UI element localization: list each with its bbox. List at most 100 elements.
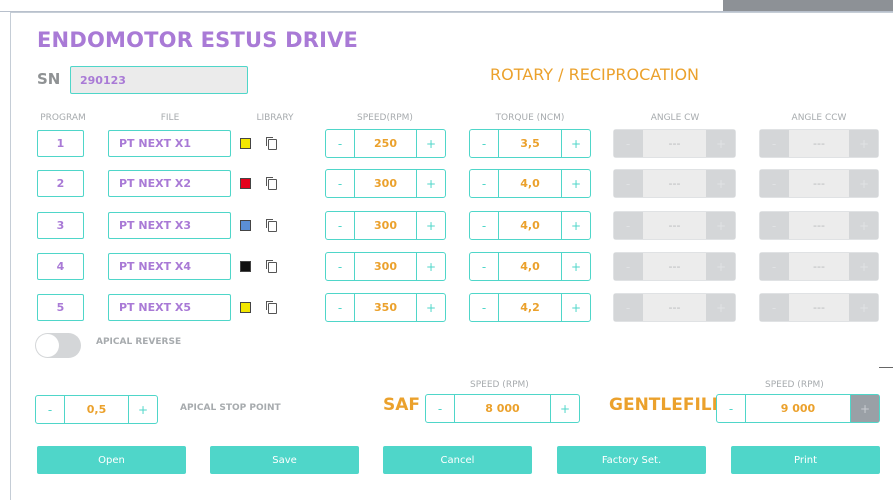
speed-5-plus-button[interactable]: + bbox=[417, 294, 445, 321]
torque-5-plus-button[interactable]: + bbox=[562, 294, 590, 321]
file-name-2[interactable]: PT NEXT X2 bbox=[108, 170, 231, 197]
torque-5-stepper: -4,2 + bbox=[469, 293, 591, 322]
header-angle-ccw: ANGLE CCW bbox=[791, 113, 847, 123]
angle-ccw-3-minus-button: - bbox=[760, 212, 788, 239]
saf-minus-button[interactable]: - bbox=[426, 395, 454, 422]
torque-2-value[interactable]: 4,0 bbox=[498, 170, 562, 197]
angle-cw-2-stepper: - --- + bbox=[613, 169, 736, 198]
program-number-5[interactable]: 5 bbox=[37, 294, 84, 321]
angle-cw-5-value: --- bbox=[642, 294, 707, 321]
print-button[interactable]: Print bbox=[731, 446, 880, 474]
library-color-swatch[interactable] bbox=[240, 138, 251, 149]
torque-1-stepper: -3,5 + bbox=[469, 129, 591, 158]
angle-ccw-5-value: --- bbox=[788, 294, 850, 321]
cancel-button[interactable]: Cancel bbox=[383, 446, 532, 474]
speed-1-plus-button[interactable]: + bbox=[417, 130, 445, 157]
library-color-swatch[interactable] bbox=[240, 302, 251, 313]
angle-ccw-2-stepper: - --- + bbox=[759, 169, 879, 198]
sn-field[interactable]: 290123 bbox=[70, 66, 248, 94]
header-library: LIBRARY bbox=[256, 113, 294, 123]
program-number-2[interactable]: 2 bbox=[37, 170, 84, 197]
torque-2-stepper: -4,0 + bbox=[469, 169, 591, 198]
library-color-swatch[interactable] bbox=[240, 178, 251, 189]
angle-cw-2-plus-button: + bbox=[707, 170, 735, 197]
apical-stop-stepper: - 0,5 + bbox=[35, 395, 158, 424]
angle-ccw-1-minus-button: - bbox=[760, 130, 788, 157]
window-corner-panel bbox=[723, 0, 893, 11]
apical-stop-value[interactable]: 0,5 bbox=[64, 396, 129, 423]
apical-reverse-label: APICAL REVERSE bbox=[96, 337, 182, 347]
divider-line bbox=[879, 367, 893, 368]
torque-2-minus-button[interactable]: - bbox=[470, 170, 498, 197]
factory-settings-button[interactable]: Factory Set. bbox=[557, 446, 706, 474]
gentlefile-speed-value[interactable]: 9 000 bbox=[745, 395, 851, 422]
speed-4-value[interactable]: 300 bbox=[354, 253, 417, 280]
saf-speed-label: SPEED (RPM) bbox=[470, 380, 529, 390]
torque-1-minus-button[interactable]: - bbox=[470, 130, 498, 157]
program-number-4[interactable]: 4 bbox=[37, 253, 84, 280]
angle-cw-4-plus-button: + bbox=[707, 253, 735, 280]
torque-3-plus-button[interactable]: + bbox=[562, 212, 590, 239]
angle-cw-1-minus-button: - bbox=[614, 130, 642, 157]
save-button[interactable]: Save bbox=[210, 446, 359, 474]
speed-3-minus-button[interactable]: - bbox=[326, 212, 354, 239]
saf-speed-value[interactable]: 8 000 bbox=[454, 395, 551, 422]
torque-2-plus-button[interactable]: + bbox=[562, 170, 590, 197]
angle-cw-5-minus-button: - bbox=[614, 294, 642, 321]
torque-4-stepper: -4,0 + bbox=[469, 252, 591, 281]
speed-2-minus-button[interactable]: - bbox=[326, 170, 354, 197]
torque-5-minus-button[interactable]: - bbox=[470, 294, 498, 321]
apical-reverse-toggle[interactable] bbox=[35, 333, 81, 358]
speed-3-value[interactable]: 300 bbox=[354, 212, 417, 239]
copy-icon[interactable] bbox=[266, 177, 277, 190]
file-name-1[interactable]: PT NEXT X1 bbox=[108, 130, 231, 157]
angle-cw-1-stepper: - --- + bbox=[613, 129, 736, 158]
sn-label: SN bbox=[37, 70, 61, 88]
apical-stop-minus-button[interactable]: - bbox=[36, 396, 64, 423]
copy-icon[interactable] bbox=[266, 219, 277, 232]
speed-3-plus-button[interactable]: + bbox=[417, 212, 445, 239]
file-name-4[interactable]: PT NEXT X4 bbox=[108, 253, 231, 280]
angle-ccw-5-minus-button: - bbox=[760, 294, 788, 321]
saf-speed-stepper: - 8 000 + bbox=[425, 394, 580, 423]
open-button[interactable]: Open bbox=[37, 446, 186, 474]
speed-2-plus-button[interactable]: + bbox=[417, 170, 445, 197]
angle-cw-3-minus-button: - bbox=[614, 212, 642, 239]
program-number-1[interactable]: 1 bbox=[37, 130, 84, 157]
speed-4-minus-button[interactable]: - bbox=[326, 253, 354, 280]
copy-icon[interactable] bbox=[266, 301, 277, 314]
apical-stop-plus-button[interactable]: + bbox=[129, 396, 157, 423]
torque-3-value[interactable]: 4,0 bbox=[498, 212, 562, 239]
angle-ccw-3-plus-button: + bbox=[850, 212, 878, 239]
speed-4-stepper: -300 + bbox=[325, 252, 446, 281]
app-title: ENDOMOTOR ESTUS DRIVE bbox=[37, 28, 359, 52]
file-name-3[interactable]: PT NEXT X3 bbox=[108, 212, 231, 239]
torque-1-value[interactable]: 3,5 bbox=[498, 130, 562, 157]
angle-ccw-1-value: --- bbox=[788, 130, 850, 157]
gentlefile-minus-button[interactable]: - bbox=[717, 395, 745, 422]
angle-ccw-3-stepper: - --- + bbox=[759, 211, 879, 240]
angle-cw-5-plus-button: + bbox=[707, 294, 735, 321]
program-number-3[interactable]: 3 bbox=[37, 212, 84, 239]
speed-1-minus-button[interactable]: - bbox=[326, 130, 354, 157]
torque-3-minus-button[interactable]: - bbox=[470, 212, 498, 239]
torque-1-plus-button[interactable]: + bbox=[562, 130, 590, 157]
speed-1-value[interactable]: 250 bbox=[354, 130, 417, 157]
mode-label: ROTARY / RECIPROCATION bbox=[490, 65, 700, 84]
saf-plus-button[interactable]: + bbox=[551, 395, 579, 422]
file-name-5[interactable]: PT NEXT X5 bbox=[108, 294, 231, 321]
torque-5-value[interactable]: 4,2 bbox=[498, 294, 562, 321]
speed-4-plus-button[interactable]: + bbox=[417, 253, 445, 280]
torque-4-minus-button[interactable]: - bbox=[470, 253, 498, 280]
copy-icon[interactable] bbox=[266, 260, 277, 273]
speed-2-value[interactable]: 300 bbox=[354, 170, 417, 197]
angle-ccw-4-value: --- bbox=[788, 253, 850, 280]
copy-icon[interactable] bbox=[266, 137, 277, 150]
speed-5-value[interactable]: 350 bbox=[354, 294, 417, 321]
library-color-swatch[interactable] bbox=[240, 220, 251, 231]
library-color-swatch[interactable] bbox=[240, 261, 251, 272]
speed-5-minus-button[interactable]: - bbox=[326, 294, 354, 321]
torque-4-value[interactable]: 4,0 bbox=[498, 253, 562, 280]
torque-4-plus-button[interactable]: + bbox=[562, 253, 590, 280]
gentlefile-plus-button[interactable]: + bbox=[851, 395, 879, 422]
